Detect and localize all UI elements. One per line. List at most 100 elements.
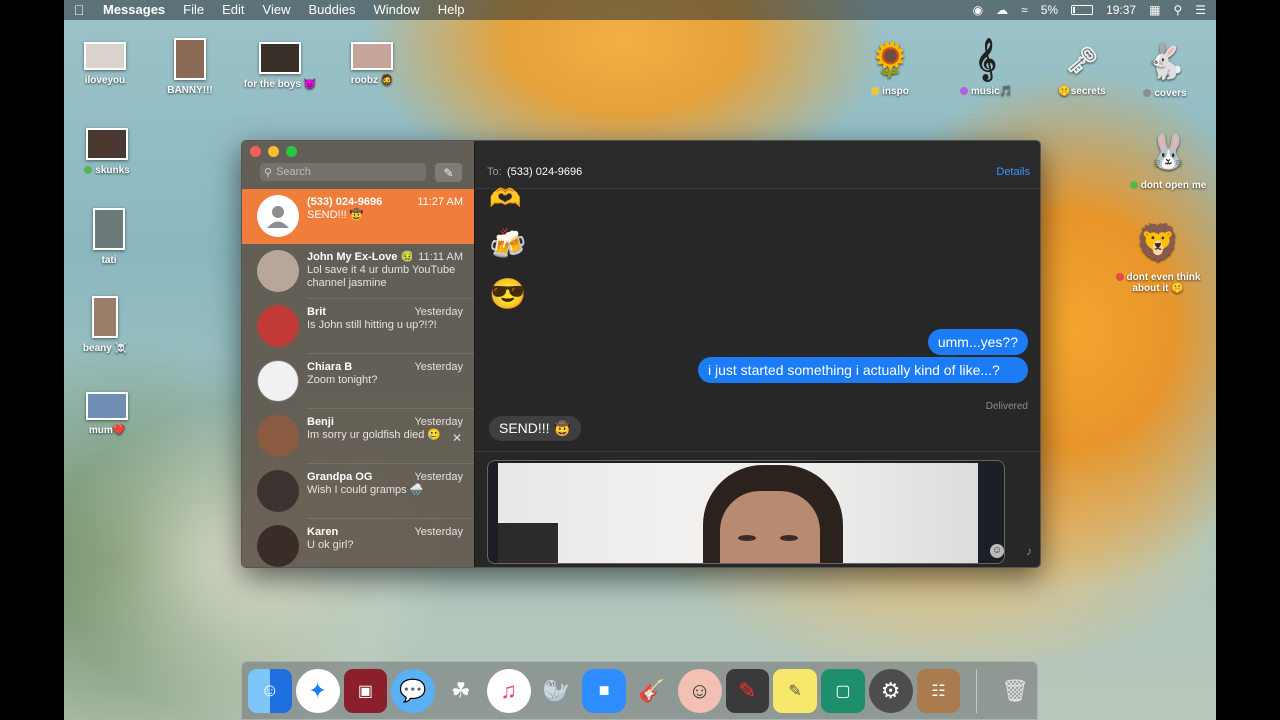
- conversation-item[interactable]: Karen Yesterday U ok girl?: [242, 519, 474, 567]
- desktop-icon-tati[interactable]: tati: [64, 208, 154, 266]
- menu-buddies[interactable]: Buddies: [299, 0, 364, 20]
- menu-app-name[interactable]: Messages: [94, 0, 174, 20]
- guitar-icon: 🎸: [638, 677, 666, 703]
- emoji-message[interactable]: 🫶: [489, 183, 521, 214]
- system-preferences-dock-icon[interactable]: ⚙: [868, 668, 913, 713]
- video-attachment[interactable]: [487, 460, 1005, 564]
- music-dock-icon[interactable]: ♫: [486, 668, 531, 713]
- desktop-icon-inspo[interactable]: 🌻 inspo: [845, 40, 935, 97]
- finder-face-icon: ☺: [260, 680, 280, 700]
- desktop-icon-label: for the boys 😈: [243, 79, 317, 90]
- preview-dock-icon[interactable]: ▢: [821, 668, 865, 713]
- minimize-window-button[interactable]: [268, 146, 279, 157]
- menu-help[interactable]: Help: [429, 0, 474, 20]
- wifi-icon[interactable]: ≈: [1021, 3, 1028, 17]
- desktop-icon-skunks[interactable]: skunks: [62, 128, 152, 176]
- desktop-icon-music[interactable]: 𝄞 music🎵: [941, 36, 1031, 97]
- trash-can-icon: 🗑: [1001, 677, 1030, 703]
- safari-dock-icon[interactable]: ✦: [295, 668, 340, 713]
- desktop-icon-label: 🤫secrets: [1058, 86, 1106, 97]
- garageband-dock-icon[interactable]: 🎸: [630, 669, 674, 713]
- notification-center-icon[interactable]: ☰: [1195, 3, 1206, 17]
- creative-cloud-icon[interactable]: ☁: [996, 3, 1008, 17]
- finder-dock-icon[interactable]: ☺: [248, 668, 292, 713]
- conversation-time: Yesterday: [414, 416, 463, 428]
- desktop-icon-label: tati: [101, 255, 117, 266]
- menu-window[interactable]: Window: [364, 0, 428, 20]
- apple-menu-icon[interactable]: : [64, 2, 94, 18]
- search-icon[interactable]: ⚲: [1173, 3, 1182, 17]
- desktop-icon-label: mum❤️: [88, 425, 126, 436]
- incoming-message-bubble[interactable]: SEND!!! 🤠: [489, 416, 581, 441]
- zoom-window-button[interactable]: [286, 146, 297, 157]
- conversation-item[interactable]: John My Ex-Love 🤢... 11:11 AM Lol save i…: [242, 244, 474, 299]
- face-app-dock-icon[interactable]: ☺: [677, 668, 722, 713]
- emoji-picker-icon[interactable]: ☺: [990, 544, 1004, 558]
- conversation-sidebar: ⚲ ✎ (533) 024-9696 11:27 AM SEND!!! 🤠 Jo…: [242, 141, 474, 567]
- menu-bar:  Messages File Edit View Buddies Window…: [64, 0, 1216, 20]
- audio-message-icon[interactable]: ♪: [1026, 544, 1032, 558]
- photo-booth-dock-icon[interactable]: ▣: [343, 668, 388, 713]
- dock-separator: [976, 668, 978, 713]
- conversation-preview: Zoom tonight?: [307, 374, 378, 386]
- photo-thumbnail: [93, 208, 125, 250]
- conversation-preview: U ok girl?: [307, 539, 354, 551]
- sunflower-icon: 🌻: [869, 41, 912, 79]
- emoji-message[interactable]: 🍻: [489, 227, 526, 262]
- outgoing-message-bubble[interactable]: i just started something i actually kind…: [698, 357, 1028, 383]
- photo-thumbnail: [259, 42, 301, 74]
- menu-file[interactable]: File: [174, 0, 213, 20]
- outgoing-message-bubble[interactable]: umm...yes??: [927, 329, 1028, 355]
- desktop-icon-roobz[interactable]: roobz 🧔: [327, 42, 417, 86]
- messages-dock-icon[interactable]: 💬: [391, 668, 435, 713]
- delete-conversation-icon[interactable]: ✕: [452, 431, 462, 445]
- conversation-item[interactable]: Grandpa OG Yesterday Wish I could gramps…: [242, 464, 474, 519]
- recipient-field[interactable]: (533) 024-9696: [507, 166, 582, 178]
- photo-thumbnail: [351, 42, 393, 70]
- conversation-name: Brit: [307, 306, 326, 318]
- conversation-item[interactable]: Brit Yesterday Is John still hitting u u…: [242, 299, 474, 354]
- menu-edit[interactable]: Edit: [213, 0, 253, 20]
- desktop-icon-dont-even-think[interactable]: 🦁 dont even think about it 🤫: [1108, 218, 1208, 294]
- conversation-item[interactable]: Benji Yesterday Im sorry ur goldfish die…: [242, 409, 474, 464]
- walrus-dock-icon[interactable]: 🦭: [535, 669, 579, 713]
- battery-icon[interactable]: [1071, 5, 1094, 15]
- camera-icon[interactable]: ◉: [973, 3, 983, 17]
- ninja-dock-icon[interactable]: ☘: [439, 669, 483, 713]
- person-placeholder-icon: [267, 206, 289, 228]
- desktop-icon-secrets[interactable]: 🗝 🤫secrets: [1037, 40, 1127, 97]
- desktop-icon-for-the-boys[interactable]: for the boys 😈: [235, 42, 325, 90]
- message-compose-area[interactable]: ☺ ♪: [475, 451, 1040, 567]
- conversation-name: Karen: [307, 526, 339, 538]
- zoom-dock-icon[interactable]: ■: [582, 668, 626, 713]
- yellow-tag-icon: [871, 87, 880, 96]
- battery-percent[interactable]: 5%: [1041, 3, 1058, 17]
- photo-thumbnail: [86, 128, 128, 160]
- music-note-icon: ♫: [500, 677, 517, 703]
- trash-dock-icon[interactable]: 🗑: [993, 669, 1037, 713]
- search-field[interactable]: ⚲: [260, 163, 426, 181]
- conversation-time: 11:11 AM: [418, 251, 463, 263]
- compose-icon: ✎: [443, 165, 454, 180]
- menu-clock[interactable]: 19:37: [1106, 3, 1136, 17]
- desktop-icon-mum[interactable]: mum❤️: [62, 392, 152, 436]
- desktop-icon-iloveyou[interactable]: iloveyou: [60, 42, 150, 86]
- menu-view[interactable]: View: [254, 0, 300, 20]
- conversation-list: (533) 024-9696 11:27 AM SEND!!! 🤠 John M…: [242, 189, 474, 567]
- emoji-message[interactable]: 😎: [489, 277, 526, 312]
- photo-editor-dock-icon[interactable]: ✎: [725, 668, 770, 713]
- desktop-icon-covers[interactable]: 🐇 covers: [1120, 40, 1210, 99]
- desktop-icon-dont-open-me[interactable]: 🐰 dont open me: [1118, 128, 1218, 191]
- stickies-dock-icon[interactable]: ✎: [773, 668, 817, 713]
- compose-new-message-button[interactable]: ✎: [435, 163, 462, 182]
- desktop-icon-banny[interactable]: BANNY!!!: [145, 38, 235, 96]
- contacts-dock-icon[interactable]: ☷: [916, 668, 961, 713]
- conversation-item[interactable]: Chiara B Yesterday Zoom tonight?: [242, 354, 474, 409]
- details-button[interactable]: Details: [996, 166, 1030, 178]
- desktop-icon-beany[interactable]: beany ☠️: [60, 296, 150, 354]
- conversation-item[interactable]: (533) 024-9696 11:27 AM SEND!!! 🤠: [242, 189, 474, 244]
- search-input[interactable]: [276, 166, 417, 178]
- calendar-icon[interactable]: ▦: [1149, 3, 1160, 17]
- close-window-button[interactable]: [250, 146, 261, 157]
- green-tag-icon: [1129, 181, 1138, 190]
